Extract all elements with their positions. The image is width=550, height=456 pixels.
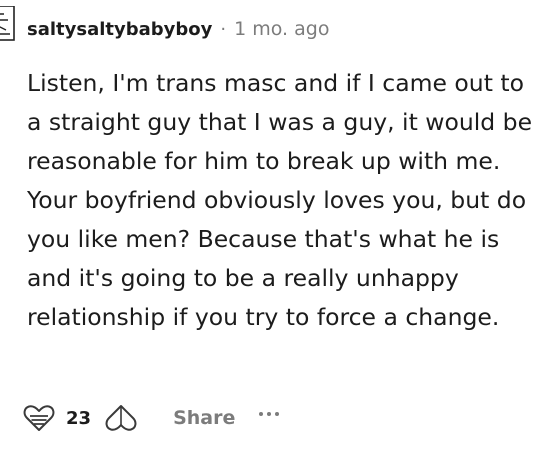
heart-downvote-icon[interactable] xyxy=(103,400,139,436)
timestamp[interactable]: 1 mo. ago xyxy=(234,18,329,40)
comment-actions: 23 Share xyxy=(22,398,280,438)
separator-dot: · xyxy=(220,18,227,40)
more-dot xyxy=(259,412,264,416)
more-dot xyxy=(275,412,280,416)
more-options-icon[interactable] xyxy=(259,408,280,428)
share-button[interactable]: Share xyxy=(173,407,235,429)
username[interactable]: saltysaltybabyboy xyxy=(27,19,212,40)
comment-header: saltysaltybabyboy · 1 mo. ago xyxy=(27,14,329,44)
heart-upvote-icon[interactable] xyxy=(22,401,56,435)
more-dot xyxy=(267,412,272,416)
vote-count: 23 xyxy=(66,407,92,429)
avatar[interactable] xyxy=(0,6,22,46)
comment-body: Listen, I'm trans masc and if I came out… xyxy=(27,69,533,331)
